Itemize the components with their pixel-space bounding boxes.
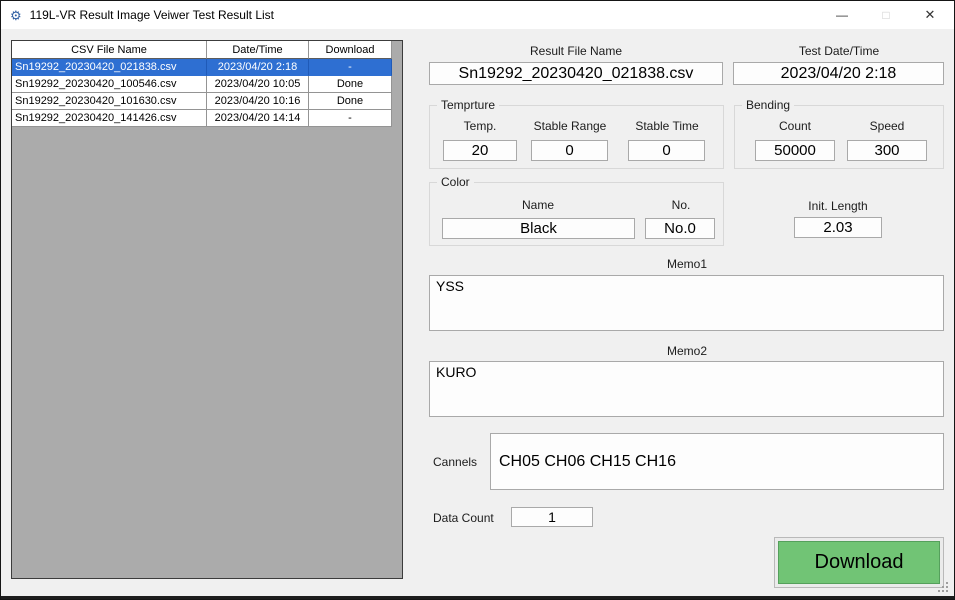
download-button[interactable]: Download: [778, 541, 940, 584]
resize-grip[interactable]: [946, 590, 948, 592]
test-date-time-label: Test Date/Time: [799, 44, 879, 58]
cell-file-name: Sn19292_20230420_141426.csv: [12, 110, 207, 127]
memo1-field[interactable]: YSS: [429, 275, 944, 331]
bending-group: Bending Count Speed 50000 300: [734, 105, 944, 169]
cell-download-status: Done: [309, 93, 392, 110]
init-length-value[interactable]: 2.03: [794, 217, 882, 238]
temp-label: Temp.: [464, 119, 497, 133]
cell-download-status: Done: [309, 76, 392, 93]
color-no-label: No.: [672, 198, 691, 212]
stable-range-label: Stable Range: [534, 119, 607, 133]
column-header-date-time[interactable]: Date/Time: [207, 41, 309, 59]
table-header-row: CSV File Name Date/Time Download: [12, 41, 392, 59]
speed-value[interactable]: 300: [847, 140, 927, 161]
cell-download-status: -: [309, 110, 392, 127]
download-button-frame: Download: [774, 537, 944, 588]
csv-result-table: CSV File Name Date/Time Download Sn19292…: [11, 40, 403, 579]
result-file-name-value[interactable]: Sn19292_20230420_021838.csv: [429, 62, 723, 85]
init-length-label: Init. Length: [808, 199, 867, 213]
table-row-selected[interactable]: Sn19292_20230420_021838.csv 2023/04/20 2…: [12, 59, 392, 76]
count-value[interactable]: 50000: [755, 140, 835, 161]
cell-file-name: Sn19292_20230420_100546.csv: [12, 76, 207, 93]
bending-group-label: Bending: [742, 97, 794, 114]
color-group-label: Color: [437, 174, 474, 191]
window-title: 119L-VR Result Image Veiwer Test Result …: [30, 8, 274, 22]
cell-file-name: Sn19292_20230420_101630.csv: [12, 93, 207, 110]
temp-value[interactable]: 20: [443, 140, 517, 161]
memo2-label: Memo2: [667, 344, 707, 358]
stable-time-label: Stable Time: [635, 119, 698, 133]
result-file-name-label: Result File Name: [530, 44, 622, 58]
table-row[interactable]: Sn19292_20230420_101630.csv 2023/04/20 1…: [12, 93, 392, 110]
channels-label: Cannels: [433, 455, 477, 469]
table-row[interactable]: Sn19292_20230420_141426.csv 2023/04/20 1…: [12, 110, 392, 127]
data-count-label: Data Count: [433, 511, 494, 525]
memo2-field[interactable]: KURO: [429, 361, 944, 417]
temperature-group-label: Temprture: [437, 97, 499, 114]
cell-file-name: Sn19292_20230420_021838.csv: [12, 59, 207, 76]
cell-date-time: 2023/04/20 10:16: [207, 93, 309, 110]
data-count-value[interactable]: 1: [511, 507, 593, 527]
channels-field[interactable]: CH05 CH06 CH15 CH16: [490, 433, 944, 490]
titlebar: ⚙ 119L-VR Result Image Veiwer Test Resul…: [1, 1, 954, 29]
cell-date-time: 2023/04/20 2:18: [207, 59, 309, 76]
color-no-value[interactable]: No.0: [645, 218, 715, 239]
speed-label: Speed: [870, 119, 905, 133]
memo1-label: Memo1: [667, 257, 707, 271]
minimize-button[interactable]: —: [820, 1, 864, 29]
app-window: ⚙ 119L-VR Result Image Veiwer Test Resul…: [0, 0, 955, 600]
app-icon: ⚙: [10, 9, 22, 22]
temperature-group: Temprture Temp. Stable Range Stable Time…: [429, 105, 724, 169]
color-name-value[interactable]: Black: [442, 218, 635, 239]
color-group: Color Name No. Black No.0: [429, 182, 724, 246]
maximize-button[interactable]: □: [864, 1, 908, 29]
color-name-label: Name: [522, 198, 554, 212]
column-header-download[interactable]: Download: [309, 41, 392, 59]
close-button[interactable]: ✕: [908, 1, 952, 29]
cell-date-time: 2023/04/20 14:14: [207, 110, 309, 127]
count-label: Count: [779, 119, 811, 133]
table-row[interactable]: Sn19292_20230420_100546.csv 2023/04/20 1…: [12, 76, 392, 93]
test-date-time-value[interactable]: 2023/04/20 2:18: [733, 62, 944, 85]
cell-date-time: 2023/04/20 10:05: [207, 76, 309, 93]
stable-range-value[interactable]: 0: [531, 140, 608, 161]
window-controls: — □ ✕: [820, 1, 952, 29]
column-header-csv-file-name[interactable]: CSV File Name: [12, 41, 207, 59]
stable-time-value[interactable]: 0: [628, 140, 705, 161]
window-bottom-edge: [1, 596, 954, 599]
cell-download-status: -: [309, 59, 392, 76]
